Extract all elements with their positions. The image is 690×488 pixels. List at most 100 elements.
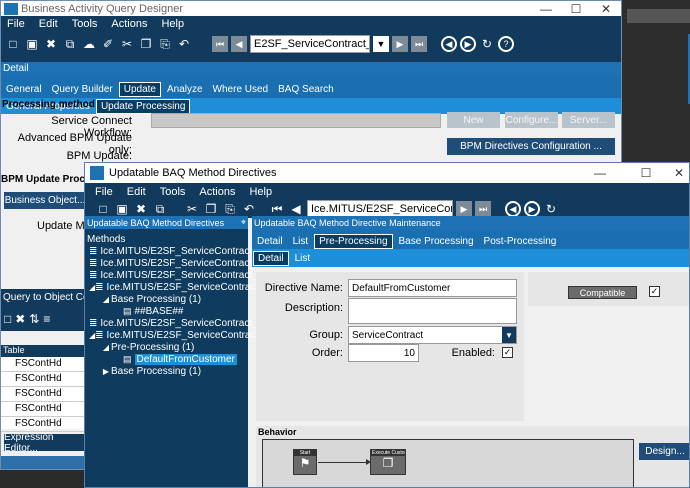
save-icon[interactable]: ▣ <box>114 201 130 217</box>
table-row[interactable]: FSContHd <box>1 372 87 387</box>
copy2-icon[interactable]: ❐ <box>203 201 219 217</box>
tab-detail[interactable]: Detail <box>253 235 287 248</box>
tab-baq-search[interactable]: BAQ Search <box>274 83 338 96</box>
first-record-icon[interactable]: ⏮ <box>269 201 285 217</box>
server-button[interactable]: Server... <box>562 112 615 128</box>
table-row[interactable]: FSContHd <box>1 417 87 432</box>
tree-item[interactable]: ▶ Base Processing (1) <box>85 365 248 377</box>
tree-item[interactable]: ▤ ##BASE## <box>85 305 248 317</box>
subtab-list[interactable]: List <box>291 252 315 265</box>
tab-query-builder[interactable]: Query Builder <box>48 83 117 96</box>
menu-edit[interactable]: Edit <box>127 186 146 198</box>
new-icon[interactable]: □ <box>5 36 21 52</box>
start-node[interactable]: Start ⚑ <box>293 449 317 475</box>
clear-icon[interactable]: ✐ <box>100 36 116 52</box>
close-icon[interactable]: ✕ <box>669 166 689 180</box>
undo-icon[interactable]: ↶ <box>176 36 192 52</box>
compatible-button[interactable]: Compatible <box>568 286 637 299</box>
maximize-icon[interactable]: ☐ <box>561 2 591 16</box>
tab-analyze[interactable]: Analyze <box>163 83 207 96</box>
new-button[interactable]: New <box>447 112 500 128</box>
workflow-canvas[interactable]: Start ⚑ Execute Custom Co ❐ <box>262 439 634 487</box>
cut-icon[interactable]: ✂ <box>119 36 135 52</box>
save-icon[interactable]: ▣ <box>24 36 40 52</box>
subtab-update-processing[interactable]: Update Processing <box>95 98 191 114</box>
copy2-icon[interactable]: ❐ <box>138 36 154 52</box>
forward-icon[interactable]: ▶ <box>524 201 540 217</box>
menu-file[interactable]: File <box>7 18 25 30</box>
expanded-icon[interactable]: ◢ <box>101 295 111 304</box>
table-row[interactable]: FSContHd <box>1 387 87 402</box>
tree-item[interactable]: ◢ Base Processing (1) <box>85 293 248 305</box>
tab-pre-processing[interactable]: Pre-Processing <box>314 234 393 249</box>
cut-icon[interactable]: ✂ <box>184 201 200 217</box>
close-icon[interactable]: ✕ <box>591 2 621 16</box>
tab-update[interactable]: Update <box>118 82 161 97</box>
tab-general[interactable]: General <box>2 83 46 96</box>
tab-base-processing[interactable]: Base Processing <box>395 235 478 248</box>
record-dropdown-icon[interactable]: ▼ <box>373 36 389 52</box>
menu-edit[interactable]: Edit <box>39 18 58 30</box>
maximize-icon[interactable]: ☐ <box>623 166 669 180</box>
tab-where-used[interactable]: Where Used <box>209 83 273 96</box>
table-row[interactable]: FSContHd <box>1 357 87 372</box>
expression-editor-button[interactable]: Expression Editor... <box>4 432 86 454</box>
menu-tools[interactable]: Tools <box>72 18 98 30</box>
back-icon[interactable]: ◀ <box>441 36 457 52</box>
tree-item[interactable]: ≣ Ice.MITUS/E2SF_ServiceContract_ <box>85 245 258 257</box>
list-icon[interactable]: ≡ <box>43 312 50 326</box>
prev-record-icon[interactable]: ◀ <box>288 201 304 217</box>
first-record-icon[interactable]: ⏮ <box>212 36 228 52</box>
enabled-checkbox[interactable]: ✓ <box>502 347 513 358</box>
description-field[interactable] <box>348 298 517 324</box>
forward-icon[interactable]: ▶ <box>460 36 476 52</box>
last-record-icon[interactable]: ⏭ <box>475 201 491 217</box>
tree-item[interactable]: ◢ ≣ Ice.MITUS/E2SF_ServiceContract_ <box>85 281 264 293</box>
sort-icon[interactable]: ⇅ <box>29 312 39 326</box>
chevron-down-icon[interactable]: ▼ <box>502 327 516 343</box>
bpm-directives-config-button[interactable]: BPM Directives Configuration ... <box>447 138 615 155</box>
delete-row-icon[interactable]: ✖ <box>15 312 25 326</box>
refresh-icon[interactable]: ↻ <box>479 36 495 52</box>
prev-record-icon[interactable]: ◀ <box>231 36 247 52</box>
minimize-icon[interactable]: — <box>531 2 561 16</box>
design-button[interactable]: Design... <box>639 443 689 460</box>
copy-icon[interactable]: ⧉ <box>152 201 168 217</box>
paste-icon[interactable]: ⎘ <box>157 36 173 52</box>
business-object-button[interactable]: Business Object... <box>4 192 86 209</box>
tab-list[interactable]: List <box>289 235 313 248</box>
new-icon[interactable]: □ <box>95 201 111 217</box>
last-record-icon[interactable]: ⏭ <box>411 36 427 52</box>
tree-item[interactable]: ◢ ≣ Ice.MITUS/E2SF_ServiceContract_ <box>85 329 264 341</box>
workflow-field[interactable] <box>151 113 441 128</box>
tree-item[interactable]: ≣ Ice.MITUS/E2SF_ServiceContract_ <box>85 269 258 281</box>
attach-icon[interactable]: ☁ <box>81 36 97 52</box>
new-row-icon[interactable]: □ <box>4 312 11 326</box>
paste-icon[interactable]: ⎘ <box>222 201 238 217</box>
tree-item[interactable]: ≣ Ice.MITUS/E2SF_ServiceContract_ <box>85 257 258 269</box>
record-selector[interactable]: E2SF_ServiceContract_Upda <box>250 35 370 53</box>
group-select[interactable]: ServiceContract ▼ <box>348 326 517 344</box>
menu-file[interactable]: File <box>95 186 113 198</box>
pin-icon[interactable]: ⌖ <box>241 217 248 228</box>
next-record-icon[interactable]: ▶ <box>392 36 408 52</box>
minimize-icon[interactable]: — <box>577 166 623 180</box>
configure-button[interactable]: Configure... <box>505 112 558 128</box>
undo-icon[interactable]: ↶ <box>241 201 257 217</box>
tree-root[interactable]: Methods <box>85 233 248 245</box>
directive-name-field[interactable]: DefaultFromCustomer <box>348 279 517 297</box>
menu-actions[interactable]: Actions <box>111 18 147 30</box>
copy-icon[interactable]: ⧉ <box>62 36 78 52</box>
back-icon[interactable]: ◀ <box>505 201 521 217</box>
menu-help[interactable]: Help <box>161 18 184 30</box>
menu-help[interactable]: Help <box>249 186 272 198</box>
menu-actions[interactable]: Actions <box>199 186 235 198</box>
compatible-checkbox[interactable]: ✓ <box>649 286 660 297</box>
tree-item[interactable]: ◢ Pre-Processing (1) <box>85 341 248 353</box>
menu-tools[interactable]: Tools <box>160 186 186 198</box>
help-icon[interactable]: ? <box>498 36 514 52</box>
tab-post-processing[interactable]: Post-Processing <box>480 235 561 248</box>
tree-item[interactable]: ▤ DefaultFromCustomer <box>85 353 248 365</box>
table-row[interactable]: FSContHd <box>1 402 87 417</box>
next-record-icon[interactable]: ▶ <box>456 201 472 217</box>
